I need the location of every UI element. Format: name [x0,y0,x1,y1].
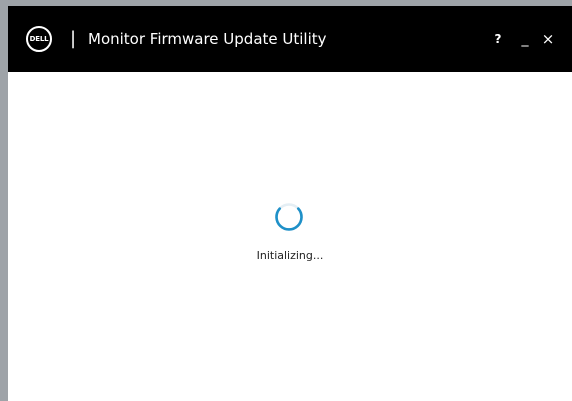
window-title: Monitor Firmware Update Utility [88,30,327,48]
dell-logo: DELL [26,26,52,52]
app-window: DELL | Monitor Firmware Update Utility ?… [8,6,572,401]
title-bar[interactable]: DELL | Monitor Firmware Update Utility ?… [8,6,572,72]
loading-spinner-icon [275,203,303,231]
status-text: Initializing... [256,249,324,262]
close-button[interactable]: × [541,27,555,51]
help-button[interactable]: ? [491,27,505,51]
title-separator: | [70,28,77,49]
minimize-button[interactable]: _ [518,27,532,51]
